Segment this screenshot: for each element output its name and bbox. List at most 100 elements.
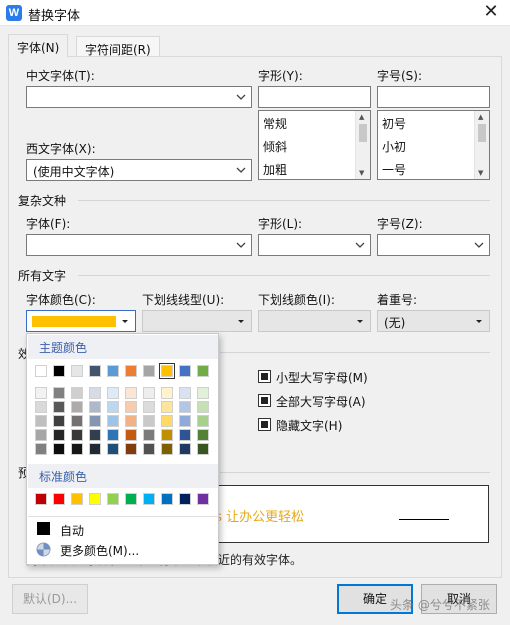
tab-character-spacing[interactable]: 字符间距(R) xyxy=(76,36,160,57)
color-swatch[interactable] xyxy=(53,387,65,399)
close-icon[interactable]: ✕ xyxy=(480,1,502,23)
default-button[interactable]: 默认(D)... xyxy=(12,584,88,614)
color-swatch[interactable] xyxy=(161,443,173,455)
color-swatch[interactable] xyxy=(71,493,83,505)
color-swatch[interactable] xyxy=(179,493,191,505)
complex-style-combo[interactable] xyxy=(258,234,371,256)
scroll-up-icon[interactable]: ▲ xyxy=(478,113,483,121)
auto-color-item[interactable]: 自动 xyxy=(28,519,218,539)
color-swatch[interactable] xyxy=(197,401,209,413)
color-swatch[interactable] xyxy=(53,443,65,455)
color-swatch[interactable] xyxy=(159,363,175,379)
color-swatch[interactable] xyxy=(143,415,155,427)
color-swatch[interactable] xyxy=(89,493,101,505)
western-font-combo[interactable]: (使用中文字体) xyxy=(26,159,252,181)
color-swatch[interactable] xyxy=(89,401,101,413)
color-swatch[interactable] xyxy=(53,365,65,377)
color-swatch[interactable] xyxy=(125,493,137,505)
scroll-up-icon[interactable]: ▲ xyxy=(359,113,364,121)
scrollbar[interactable]: ▲ ▼ xyxy=(474,111,489,179)
color-swatch[interactable] xyxy=(161,415,173,427)
more-colors-item[interactable]: 更多颜色(M)... xyxy=(28,539,218,559)
color-swatch[interactable] xyxy=(35,443,47,455)
list-item[interactable]: 加粗 xyxy=(263,161,287,178)
color-swatch[interactable] xyxy=(53,401,65,413)
color-swatch[interactable] xyxy=(89,365,101,377)
color-swatch[interactable] xyxy=(161,493,173,505)
color-swatch[interactable] xyxy=(197,387,209,399)
color-swatch[interactable] xyxy=(143,387,155,399)
color-swatch[interactable] xyxy=(89,387,101,399)
scroll-thumb[interactable] xyxy=(478,124,486,142)
list-item[interactable]: 常规 xyxy=(263,115,287,132)
list-item[interactable]: 初号 xyxy=(382,115,406,132)
color-swatch[interactable] xyxy=(71,429,83,441)
color-swatch[interactable] xyxy=(125,429,137,441)
color-swatch[interactable] xyxy=(35,429,47,441)
list-item[interactable]: 一号 xyxy=(382,161,406,178)
color-swatch[interactable] xyxy=(197,365,209,377)
font-size-input[interactable] xyxy=(377,86,490,108)
color-swatch[interactable] xyxy=(161,387,173,399)
color-swatch[interactable] xyxy=(125,415,137,427)
color-swatch[interactable] xyxy=(53,415,65,427)
font-style-list[interactable]: 常规 倾斜 加粗 ▲ ▼ xyxy=(258,110,371,180)
color-swatch[interactable] xyxy=(197,493,209,505)
hidden-text-checkbox[interactable] xyxy=(258,418,271,431)
color-swatch[interactable] xyxy=(35,401,47,413)
color-swatch[interactable] xyxy=(89,429,101,441)
emphasis-combo[interactable]: (无) xyxy=(377,310,490,332)
font-size-list[interactable]: 初号 小初 一号 ▲ ▼ xyxy=(377,110,490,180)
chinese-font-combo[interactable] xyxy=(26,86,252,108)
color-swatch[interactable] xyxy=(179,387,191,399)
list-item[interactable]: 倾斜 xyxy=(263,138,287,155)
color-swatch[interactable] xyxy=(71,401,83,413)
color-swatch[interactable] xyxy=(107,415,119,427)
underline-color-combo[interactable] xyxy=(258,310,371,332)
complex-font-combo[interactable] xyxy=(26,234,252,256)
scroll-down-icon[interactable]: ▼ xyxy=(478,169,483,177)
color-swatch[interactable] xyxy=(125,365,137,377)
color-swatch[interactable] xyxy=(107,493,119,505)
color-swatch[interactable] xyxy=(107,443,119,455)
color-swatch[interactable] xyxy=(125,401,137,413)
color-swatch[interactable] xyxy=(197,443,209,455)
color-swatch[interactable] xyxy=(35,415,47,427)
color-swatch[interactable] xyxy=(107,429,119,441)
color-swatch[interactable] xyxy=(143,443,155,455)
font-style-input[interactable] xyxy=(258,86,371,108)
color-swatch[interactable] xyxy=(161,429,173,441)
color-swatch[interactable] xyxy=(35,387,47,399)
font-color-picker[interactable] xyxy=(26,310,136,332)
color-swatch[interactable] xyxy=(179,429,191,441)
color-swatch[interactable] xyxy=(53,429,65,441)
scrollbar[interactable]: ▲ ▼ xyxy=(355,111,370,179)
color-swatch[interactable] xyxy=(53,493,65,505)
color-swatch[interactable] xyxy=(197,415,209,427)
color-swatch[interactable] xyxy=(35,493,47,505)
color-swatch[interactable] xyxy=(143,493,155,505)
color-swatch[interactable] xyxy=(125,387,137,399)
color-swatch[interactable] xyxy=(107,401,119,413)
color-swatch[interactable] xyxy=(71,365,83,377)
color-swatch[interactable] xyxy=(143,401,155,413)
color-swatch[interactable] xyxy=(107,387,119,399)
color-swatch[interactable] xyxy=(89,415,101,427)
list-item[interactable]: 小初 xyxy=(382,138,406,155)
color-swatch[interactable] xyxy=(107,365,119,377)
color-swatch[interactable] xyxy=(179,365,191,377)
underline-type-combo[interactable] xyxy=(142,310,252,332)
color-swatch[interactable] xyxy=(161,401,173,413)
color-swatch[interactable] xyxy=(197,429,209,441)
small-caps-checkbox[interactable] xyxy=(258,370,271,383)
color-swatch[interactable] xyxy=(179,443,191,455)
color-swatch[interactable] xyxy=(125,443,137,455)
tab-font[interactable]: 字体(N) xyxy=(8,34,69,58)
all-caps-checkbox[interactable] xyxy=(258,394,271,407)
color-swatch[interactable] xyxy=(35,365,47,377)
color-swatch[interactable] xyxy=(179,415,191,427)
complex-size-combo[interactable] xyxy=(377,234,490,256)
scroll-thumb[interactable] xyxy=(359,124,367,142)
color-swatch[interactable] xyxy=(179,401,191,413)
color-swatch[interactable] xyxy=(71,415,83,427)
